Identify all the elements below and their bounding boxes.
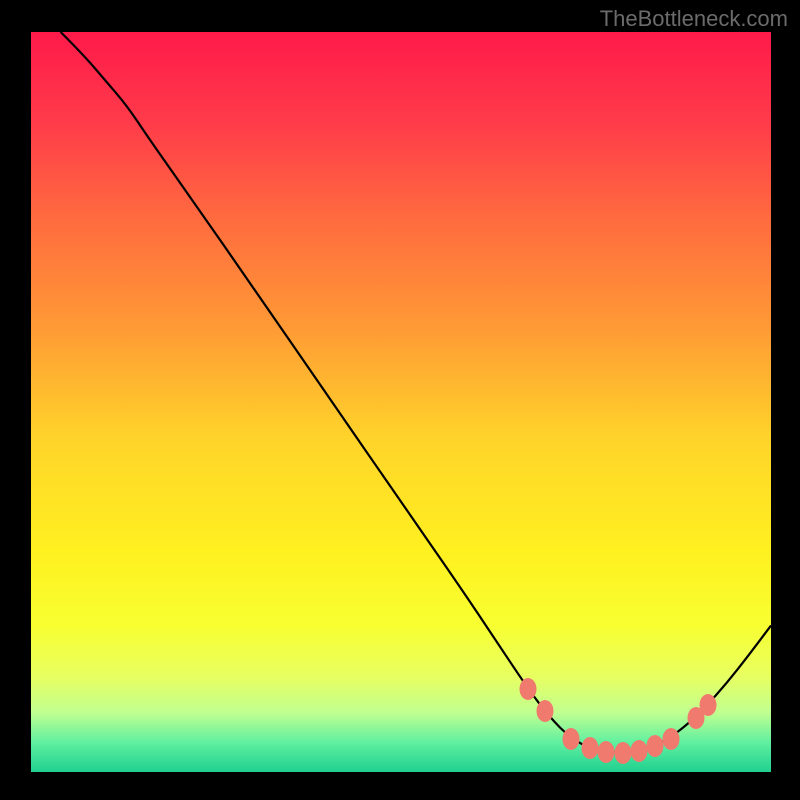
curve-line [31, 32, 771, 772]
data-marker [700, 694, 717, 716]
data-marker [615, 742, 632, 764]
data-marker [646, 735, 663, 757]
data-marker [536, 700, 553, 722]
data-marker [563, 728, 580, 750]
data-marker [519, 678, 536, 700]
data-marker [663, 728, 680, 750]
plot-area [31, 32, 771, 772]
chart-container: TheBottleneck.com [0, 0, 800, 800]
data-marker [631, 740, 648, 762]
data-marker [581, 737, 598, 759]
data-marker [597, 741, 614, 763]
watermark-text: TheBottleneck.com [600, 6, 788, 32]
